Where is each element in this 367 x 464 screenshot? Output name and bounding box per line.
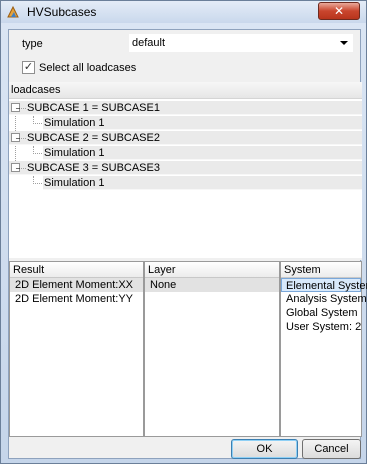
tree-item-label: Simulation 1 <box>44 177 105 189</box>
system-header[interactable]: System <box>281 262 361 278</box>
ok-button-label: OK <box>256 443 273 455</box>
layer-item-none[interactable]: None <box>145 278 279 292</box>
result-header-label: Result <box>13 264 45 276</box>
result-list[interactable]: Result 2D Element Moment:XX 2D Element M… <box>9 261 144 437</box>
system-item-user[interactable]: User System: 2 <box>281 320 361 334</box>
tree-connector <box>21 168 26 169</box>
tree-item-simulation-1[interactable]: Simulation 1 <box>33 116 362 130</box>
select-all-checkbox[interactable]: ✓ <box>22 61 35 74</box>
tree-item-subcase-2[interactable]: − SUBCASE 2 = SUBCASE2 <box>9 131 362 145</box>
cancel-button[interactable]: Cancel <box>302 439 361 459</box>
system-list[interactable]: System Elemental System Analysis System … <box>280 261 367 437</box>
checkmark-icon: ✓ <box>23 61 34 73</box>
layer-header-label: Layer <box>148 264 176 276</box>
app-logo-icon <box>7 5 19 18</box>
tree-item-simulation-2[interactable]: Simulation 1 <box>33 146 362 160</box>
tree-connector <box>33 153 42 154</box>
tree-item-label: Simulation 1 <box>44 147 105 159</box>
system-header-label: System <box>284 264 321 276</box>
type-dropdown-value: default <box>132 37 166 49</box>
dialog-body: type default ✓ Select all loadcases load… <box>8 29 367 459</box>
cancel-button-label: Cancel <box>314 443 349 455</box>
tree-connector <box>21 108 26 109</box>
tree-item-label: SUBCASE 2 = SUBCASE2 <box>27 132 160 144</box>
layer-header[interactable]: Layer <box>145 262 279 278</box>
loadcases-tree[interactable]: loadcases − SUBCASE 1 = SUBCASE1 Simulat… <box>9 82 362 258</box>
collapse-icon[interactable]: − <box>11 103 20 113</box>
title-bar[interactable]: HVSubcases ✕ <box>1 1 366 23</box>
collapse-icon[interactable]: − <box>11 133 20 143</box>
ok-button[interactable]: OK <box>231 439 298 459</box>
tree-item-simulation-3[interactable]: Simulation 1 <box>33 176 362 190</box>
tree-item-subcase-1[interactable]: − SUBCASE 1 = SUBCASE1 <box>9 101 362 115</box>
type-dropdown[interactable]: default <box>128 33 354 53</box>
tree-header-label: loadcases <box>11 84 61 96</box>
select-all-label: Select all loadcases <box>39 61 137 74</box>
close-icon: ✕ <box>333 4 345 18</box>
select-all-row[interactable]: ✓ Select all loadcases <box>22 61 136 74</box>
tree-item-label: SUBCASE 3 = SUBCASE3 <box>27 162 160 174</box>
type-label: type <box>22 38 43 50</box>
tree-connector <box>33 123 42 124</box>
tree-item-label: Simulation 1 <box>44 117 105 129</box>
dialog-window: HVSubcases ✕ type default ✓ Select all l… <box>0 0 367 464</box>
result-header[interactable]: Result <box>10 262 143 278</box>
splitter[interactable] <box>9 258 362 260</box>
close-button[interactable]: ✕ <box>318 2 360 20</box>
window-title: HVSubcases <box>27 5 97 19</box>
tree-connector <box>21 138 26 139</box>
layer-list[interactable]: Layer None <box>144 261 280 437</box>
chevron-down-icon[interactable] <box>340 41 348 45</box>
collapse-icon[interactable]: − <box>11 163 20 173</box>
result-item-yy[interactable]: 2D Element Moment:YY <box>10 292 143 306</box>
tree-item-label: SUBCASE 1 = SUBCASE1 <box>27 102 160 114</box>
result-item-xx[interactable]: 2D Element Moment:XX <box>10 278 143 292</box>
tree-header: loadcases <box>9 82 362 99</box>
system-item-analysis[interactable]: Analysis System <box>281 292 367 306</box>
tree-item-subcase-3[interactable]: − SUBCASE 3 = SUBCASE3 <box>9 161 362 175</box>
system-item-global[interactable]: Global System <box>281 306 361 320</box>
tree-connector <box>33 183 42 184</box>
system-item-elemental[interactable]: Elemental System <box>281 278 367 292</box>
